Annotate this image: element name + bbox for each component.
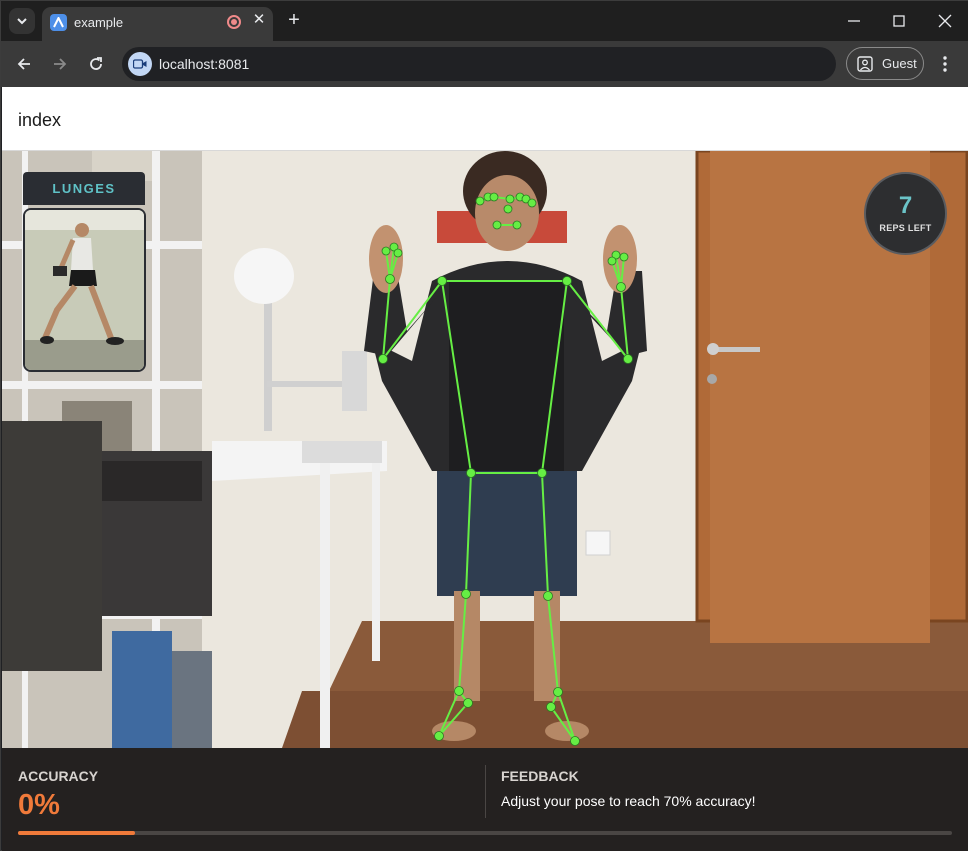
app-favicon-icon xyxy=(50,14,67,31)
profile-icon xyxy=(857,56,873,72)
maximize-icon[interactable] xyxy=(889,11,909,31)
minimize-icon[interactable] xyxy=(844,11,864,31)
exercise-demo-video[interactable] xyxy=(23,208,146,372)
tab-title: example xyxy=(74,15,124,30)
reps-count: 7 xyxy=(898,192,913,219)
feedback-label: FEEDBACK xyxy=(501,768,579,784)
tab-search-button[interactable] xyxy=(9,8,35,34)
forward-button[interactable] xyxy=(49,53,71,75)
camera-feed: LUNGES 7 REPS LEFT xyxy=(2,151,968,748)
accuracy-value: 0% xyxy=(18,789,60,821)
stats-divider xyxy=(485,765,486,818)
accuracy-label: ACCURACY xyxy=(18,768,99,784)
reps-left-badge: 7 REPS LEFT xyxy=(864,172,947,255)
camera-scene xyxy=(2,151,968,748)
kebab-menu-icon[interactable] xyxy=(935,53,955,75)
profile-button[interactable]: Guest xyxy=(846,47,924,80)
tab-strip: example ✕ + xyxy=(1,1,968,41)
exercise-name: LUNGES xyxy=(23,172,145,205)
page-header: index xyxy=(2,87,968,151)
accuracy-progress-fill xyxy=(18,831,135,835)
back-button[interactable] xyxy=(13,53,35,75)
close-window-icon[interactable] xyxy=(935,11,955,31)
tab-example[interactable]: example ✕ xyxy=(42,7,273,41)
tab-close-button[interactable]: ✕ xyxy=(250,11,268,29)
recording-indicator-icon xyxy=(227,15,241,29)
browser-window: example ✕ + localhost:8081 Guest index L… xyxy=(0,0,968,851)
arrow-left-icon xyxy=(17,58,30,70)
reps-label: REPS LEFT xyxy=(879,223,932,233)
camera-permission-icon[interactable] xyxy=(128,52,152,76)
browser-toolbar: localhost:8081 Guest xyxy=(1,41,968,87)
page-content: index LUNGES 7 REPS LEFT ACCURACY 0% FEE… xyxy=(2,87,968,851)
stats-panel: ACCURACY 0% FEEDBACK Adjust your pose to… xyxy=(2,748,968,851)
feedback-text: Adjust your pose to reach 70% accuracy! xyxy=(501,793,756,809)
profile-label: Guest xyxy=(882,56,917,71)
arrow-right-icon xyxy=(54,58,67,70)
page-title: index xyxy=(18,110,62,130)
url-text: localhost:8081 xyxy=(159,56,250,72)
reload-button[interactable] xyxy=(85,53,107,75)
chevron-down-icon xyxy=(17,18,27,25)
accuracy-progress-bar xyxy=(18,831,952,835)
exercise-card: LUNGES xyxy=(23,172,146,372)
new-tab-button[interactable]: + xyxy=(284,10,304,30)
address-bar[interactable]: localhost:8081 xyxy=(122,47,836,81)
exercise-demo-figure xyxy=(25,210,144,370)
reload-icon xyxy=(90,57,102,70)
